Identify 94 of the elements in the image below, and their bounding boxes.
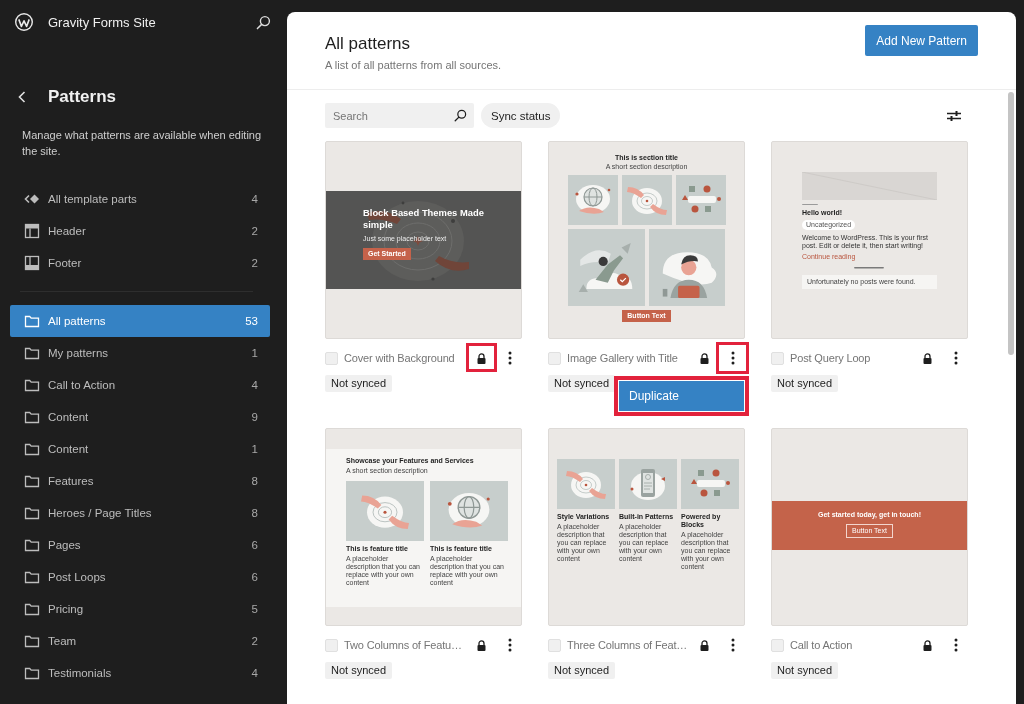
sync-status-badge: Not synced (325, 375, 393, 392)
scrollbar[interactable] (1008, 92, 1014, 355)
illustration-drawing (557, 459, 615, 509)
folder-icon (24, 601, 40, 617)
item-count: 9 (251, 411, 258, 423)
illustration-drawing (675, 175, 726, 225)
sync-status-filter[interactable]: Sync status (481, 103, 561, 128)
add-pattern-button[interactable]: Add New Pattern (865, 25, 978, 56)
illustration-drawing (621, 175, 672, 225)
sidebar-item[interactable]: Team 2 (10, 625, 270, 657)
sliders-icon[interactable] (947, 109, 961, 122)
item-count: 4 (251, 193, 258, 205)
pattern-title[interactable]: Three Columns of Feat… (567, 639, 693, 651)
sync-status-badge: Not synced (325, 662, 393, 679)
sync-status-badge: Not synced (771, 662, 839, 679)
pattern-title[interactable]: Post Query Loop (790, 352, 916, 364)
sidebar-item[interactable]: Testimonials 4 (10, 657, 270, 689)
sidebar-title: Patterns (48, 87, 117, 107)
text-lines-drawing (802, 204, 818, 206)
pattern-title[interactable]: Image Gallery with Title (567, 352, 693, 364)
three-dots-icon[interactable] (731, 351, 735, 365)
checkbox[interactable] (325, 351, 338, 365)
folder-icon (24, 633, 40, 649)
sidebar-item[interactable]: Content 9 (10, 401, 270, 433)
item-count: 1 (251, 347, 258, 359)
pattern-preview[interactable] (325, 428, 522, 626)
item-count: 4 (251, 379, 258, 391)
chevron-left-icon[interactable] (18, 91, 26, 103)
three-dots-icon[interactable] (954, 638, 958, 652)
pattern-title[interactable]: Two Columns of Featu… (344, 639, 470, 651)
sidebar-item[interactable]: Header 2 (10, 215, 270, 247)
folder-icon (24, 569, 40, 585)
folder-icon (24, 377, 40, 393)
checkbox[interactable] (548, 638, 561, 652)
footer-layout-icon (24, 255, 40, 271)
sync-status-badge: Not synced (548, 375, 616, 392)
preview-heading: Block Based Themes Made simple (363, 207, 485, 231)
item-count: 5 (251, 603, 258, 615)
three-dots-icon[interactable] (508, 638, 512, 652)
illustration-drawing (567, 175, 618, 225)
sidebar-item[interactable]: Features 8 (10, 465, 270, 497)
text-lines-drawing (854, 267, 884, 269)
item-count: 1 (251, 443, 258, 455)
item-count: 6 (251, 539, 258, 551)
sidebar-item[interactable]: Call to Action 4 (10, 369, 270, 401)
folder-icon (24, 473, 40, 489)
item-count: 8 (251, 507, 258, 519)
page-title: All patterns (325, 33, 411, 54)
folder-icon (24, 505, 40, 521)
sync-status-badge: Not synced (771, 375, 839, 392)
folder-icon (24, 345, 40, 361)
folder-icon (24, 409, 40, 425)
menu-item[interactable]: Duplicate (619, 381, 744, 411)
checkbox[interactable] (771, 351, 784, 365)
item-count: 2 (251, 635, 258, 647)
search-field[interactable]: Search (325, 103, 474, 128)
checkbox[interactable] (771, 638, 784, 652)
sync-status-badge: Not synced (548, 662, 616, 679)
three-dots-icon[interactable] (731, 638, 735, 652)
item-count: 8 (251, 475, 258, 487)
folder-icon (24, 537, 40, 553)
header-layout-icon (24, 223, 40, 239)
pattern-title[interactable]: Cover with Background (344, 352, 470, 364)
illustration-drawing (681, 459, 739, 509)
site-title: Gravity Forms Site (48, 14, 156, 30)
folder-icon (24, 441, 40, 457)
checkbox[interactable] (325, 638, 338, 652)
sidebar-item[interactable]: Post Loops 6 (10, 561, 270, 593)
sidebar-item[interactable]: Pages 6 (10, 529, 270, 561)
checkbox[interactable] (548, 351, 561, 365)
pattern-title[interactable]: Call to Action (790, 639, 916, 651)
search-icon (454, 109, 467, 122)
sidebar-item[interactable]: Content 1 (10, 433, 270, 465)
sidebar-item[interactable]: All template parts 4 (10, 183, 270, 215)
page-description: A list of all patterns from all sources. (325, 58, 502, 72)
sidebar-item[interactable]: All patterns 53 (10, 305, 270, 337)
three-dots-icon[interactable] (508, 351, 512, 365)
item-count: 6 (251, 571, 258, 583)
sidebar-item[interactable]: Pricing 5 (10, 593, 270, 625)
folder-icon (24, 313, 40, 329)
folder-icon (24, 665, 40, 681)
sidebar-item[interactable]: My patterns 1 (10, 337, 270, 369)
illustration-drawing (619, 459, 677, 509)
sidebar-item[interactable]: Footer 2 (10, 247, 270, 279)
logo-icon (15, 13, 33, 31)
sidebar-item[interactable]: Heroes / Page Titles 8 (10, 497, 270, 529)
sidebar-description: Manage what patterns are available when editing the site. (22, 128, 263, 159)
search-icon[interactable] (256, 14, 271, 30)
pattern-preview[interactable] (548, 428, 745, 626)
item-count: 2 (251, 257, 258, 269)
three-dots-icon[interactable] (954, 351, 958, 365)
item-count: 4 (251, 667, 258, 679)
item-count: 2 (251, 225, 258, 237)
item-count: 53 (245, 315, 258, 327)
